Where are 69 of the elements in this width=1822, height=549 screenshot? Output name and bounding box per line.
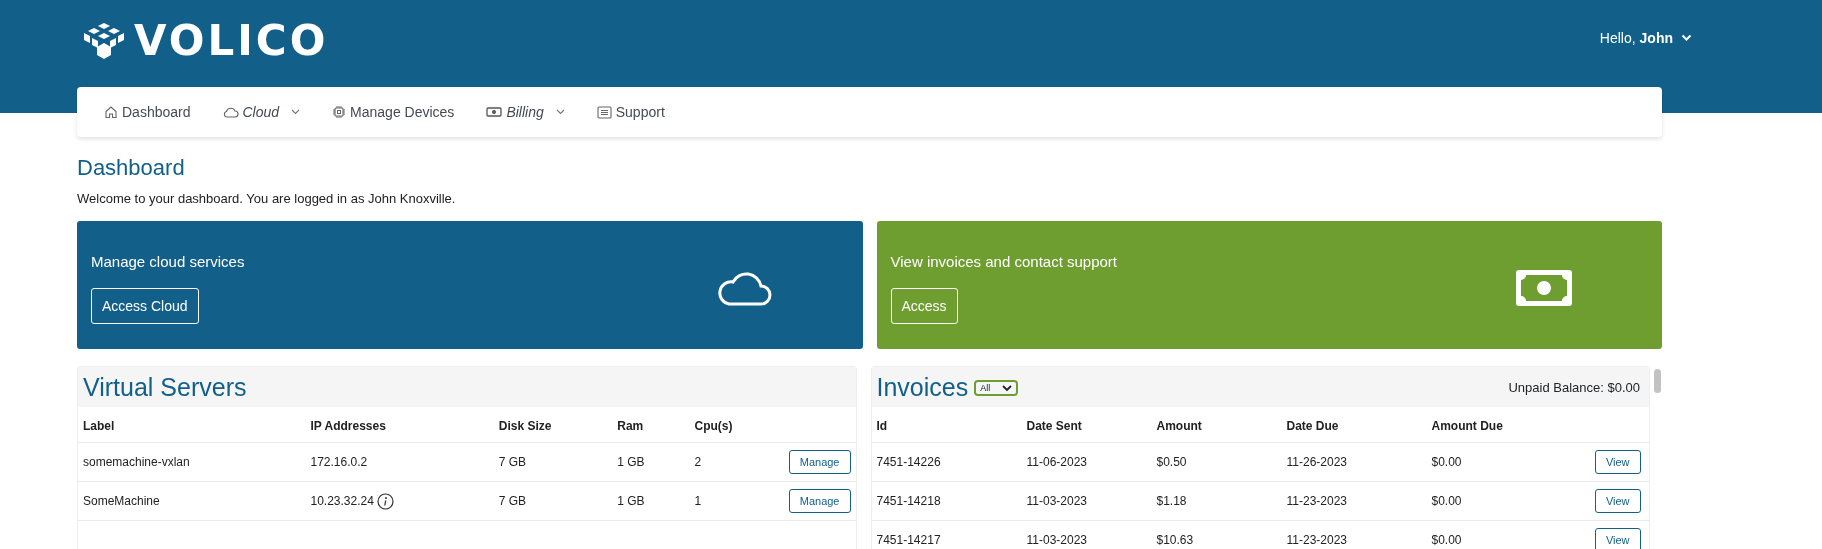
column-header: Date Sent <box>1021 407 1152 443</box>
column-header: Disk Size <box>493 407 613 443</box>
table-cell: somemachine-vxlan <box>83 455 190 469</box>
column-header: Date Due <box>1281 407 1427 443</box>
table-cell: 7451-14217 <box>876 533 941 547</box>
column-header: Id <box>871 407 1022 443</box>
column-header: IP Addresses <box>305 407 494 443</box>
cloud-icon <box>222 106 239 118</box>
logo-wordmark[interactable]: VOLICO <box>134 19 329 62</box>
unpaid-balance: Unpaid Balance: $0.00 <box>1508 379 1640 395</box>
table-cell: 11-23-2023 <box>1286 494 1347 508</box>
caret-icon <box>291 109 301 115</box>
table-cell: 11-23-2023 <box>1286 533 1347 547</box>
user-menu[interactable]: Hello, John <box>1599 29 1692 46</box>
column-header: Ram <box>612 407 690 443</box>
panel-title: Invoices <box>876 372 969 402</box>
chip-icon <box>332 105 347 119</box>
caret-icon <box>555 109 565 115</box>
scrollbar[interactable] <box>1654 369 1661 393</box>
nav-link[interactable]: Dashboard <box>104 104 191 120</box>
chevron-down-icon <box>1002 384 1013 392</box>
list-icon <box>596 105 612 119</box>
column-header: Cpu(s) <box>689 407 784 443</box>
view-button[interactable]: View <box>1594 489 1641 513</box>
page-title: Dashboard <box>77 155 186 181</box>
nav-link[interactable]: Support <box>596 104 665 120</box>
panel-title: Virtual Servers <box>83 372 247 402</box>
access-button[interactable]: Access Cloud <box>91 287 199 324</box>
table-cell: 172.16.0.2 <box>310 455 368 469</box>
table-cell: $10.63 <box>1156 533 1194 547</box>
table-cell: 11-26-2023 <box>1286 455 1347 469</box>
info-icon[interactable] <box>376 492 394 510</box>
nav-link[interactable]: Cloud <box>222 104 301 120</box>
table-cell: 1 GB <box>617 455 645 469</box>
manage-button[interactable]: Manage <box>788 450 851 474</box>
nav-link[interactable]: Manage Devices <box>332 104 455 120</box>
table-cell: $0.00 <box>1431 455 1462 469</box>
table-cell: 1 GB <box>617 494 645 508</box>
column-header: Amount <box>1151 407 1282 443</box>
table-cell: $0.50 <box>1156 455 1187 469</box>
filter-dropdown[interactable]: All <box>974 380 1019 396</box>
nav-link[interactable]: Billing <box>486 104 565 120</box>
manage-button[interactable]: Manage <box>788 489 851 513</box>
table-cell: $0.00 <box>1431 494 1462 508</box>
table-cell: $0.00 <box>1431 533 1462 547</box>
banknote-icon <box>1516 270 1572 306</box>
card-title: View invoices and contact support <box>890 252 1118 270</box>
table-cell: $1.18 <box>1156 494 1187 508</box>
welcome-text: Welcome to your dashboard. You are logged in as John Knoxville. <box>77 191 457 206</box>
table-cell: 7 GB <box>498 455 527 469</box>
chevron-down-icon <box>1681 33 1692 42</box>
banknote-icon <box>486 106 503 118</box>
view-button[interactable]: View <box>1594 450 1641 474</box>
table-cell: 11-06-2023 <box>1026 455 1087 469</box>
card-title: Manage cloud services <box>91 252 245 270</box>
home-icon <box>104 105 118 119</box>
table-cell: 11-03-2023 <box>1026 494 1087 508</box>
table-cell: 1 <box>694 494 702 508</box>
column-header: Amount Due <box>1426 407 1587 443</box>
column-header: Label <box>78 407 306 443</box>
table-cell: 7451-14226 <box>876 455 941 469</box>
table-cell: 2 <box>694 455 702 469</box>
table-cell: SomeMachine <box>83 494 160 508</box>
table-cell: 10.23.32.24 <box>310 494 374 508</box>
view-button[interactable]: View <box>1594 528 1641 549</box>
cloud-icon <box>716 269 773 307</box>
table-cell: 7 GB <box>498 494 527 508</box>
table-cell: 7451-14218 <box>876 494 941 508</box>
table-cell: 11-03-2023 <box>1026 533 1087 547</box>
